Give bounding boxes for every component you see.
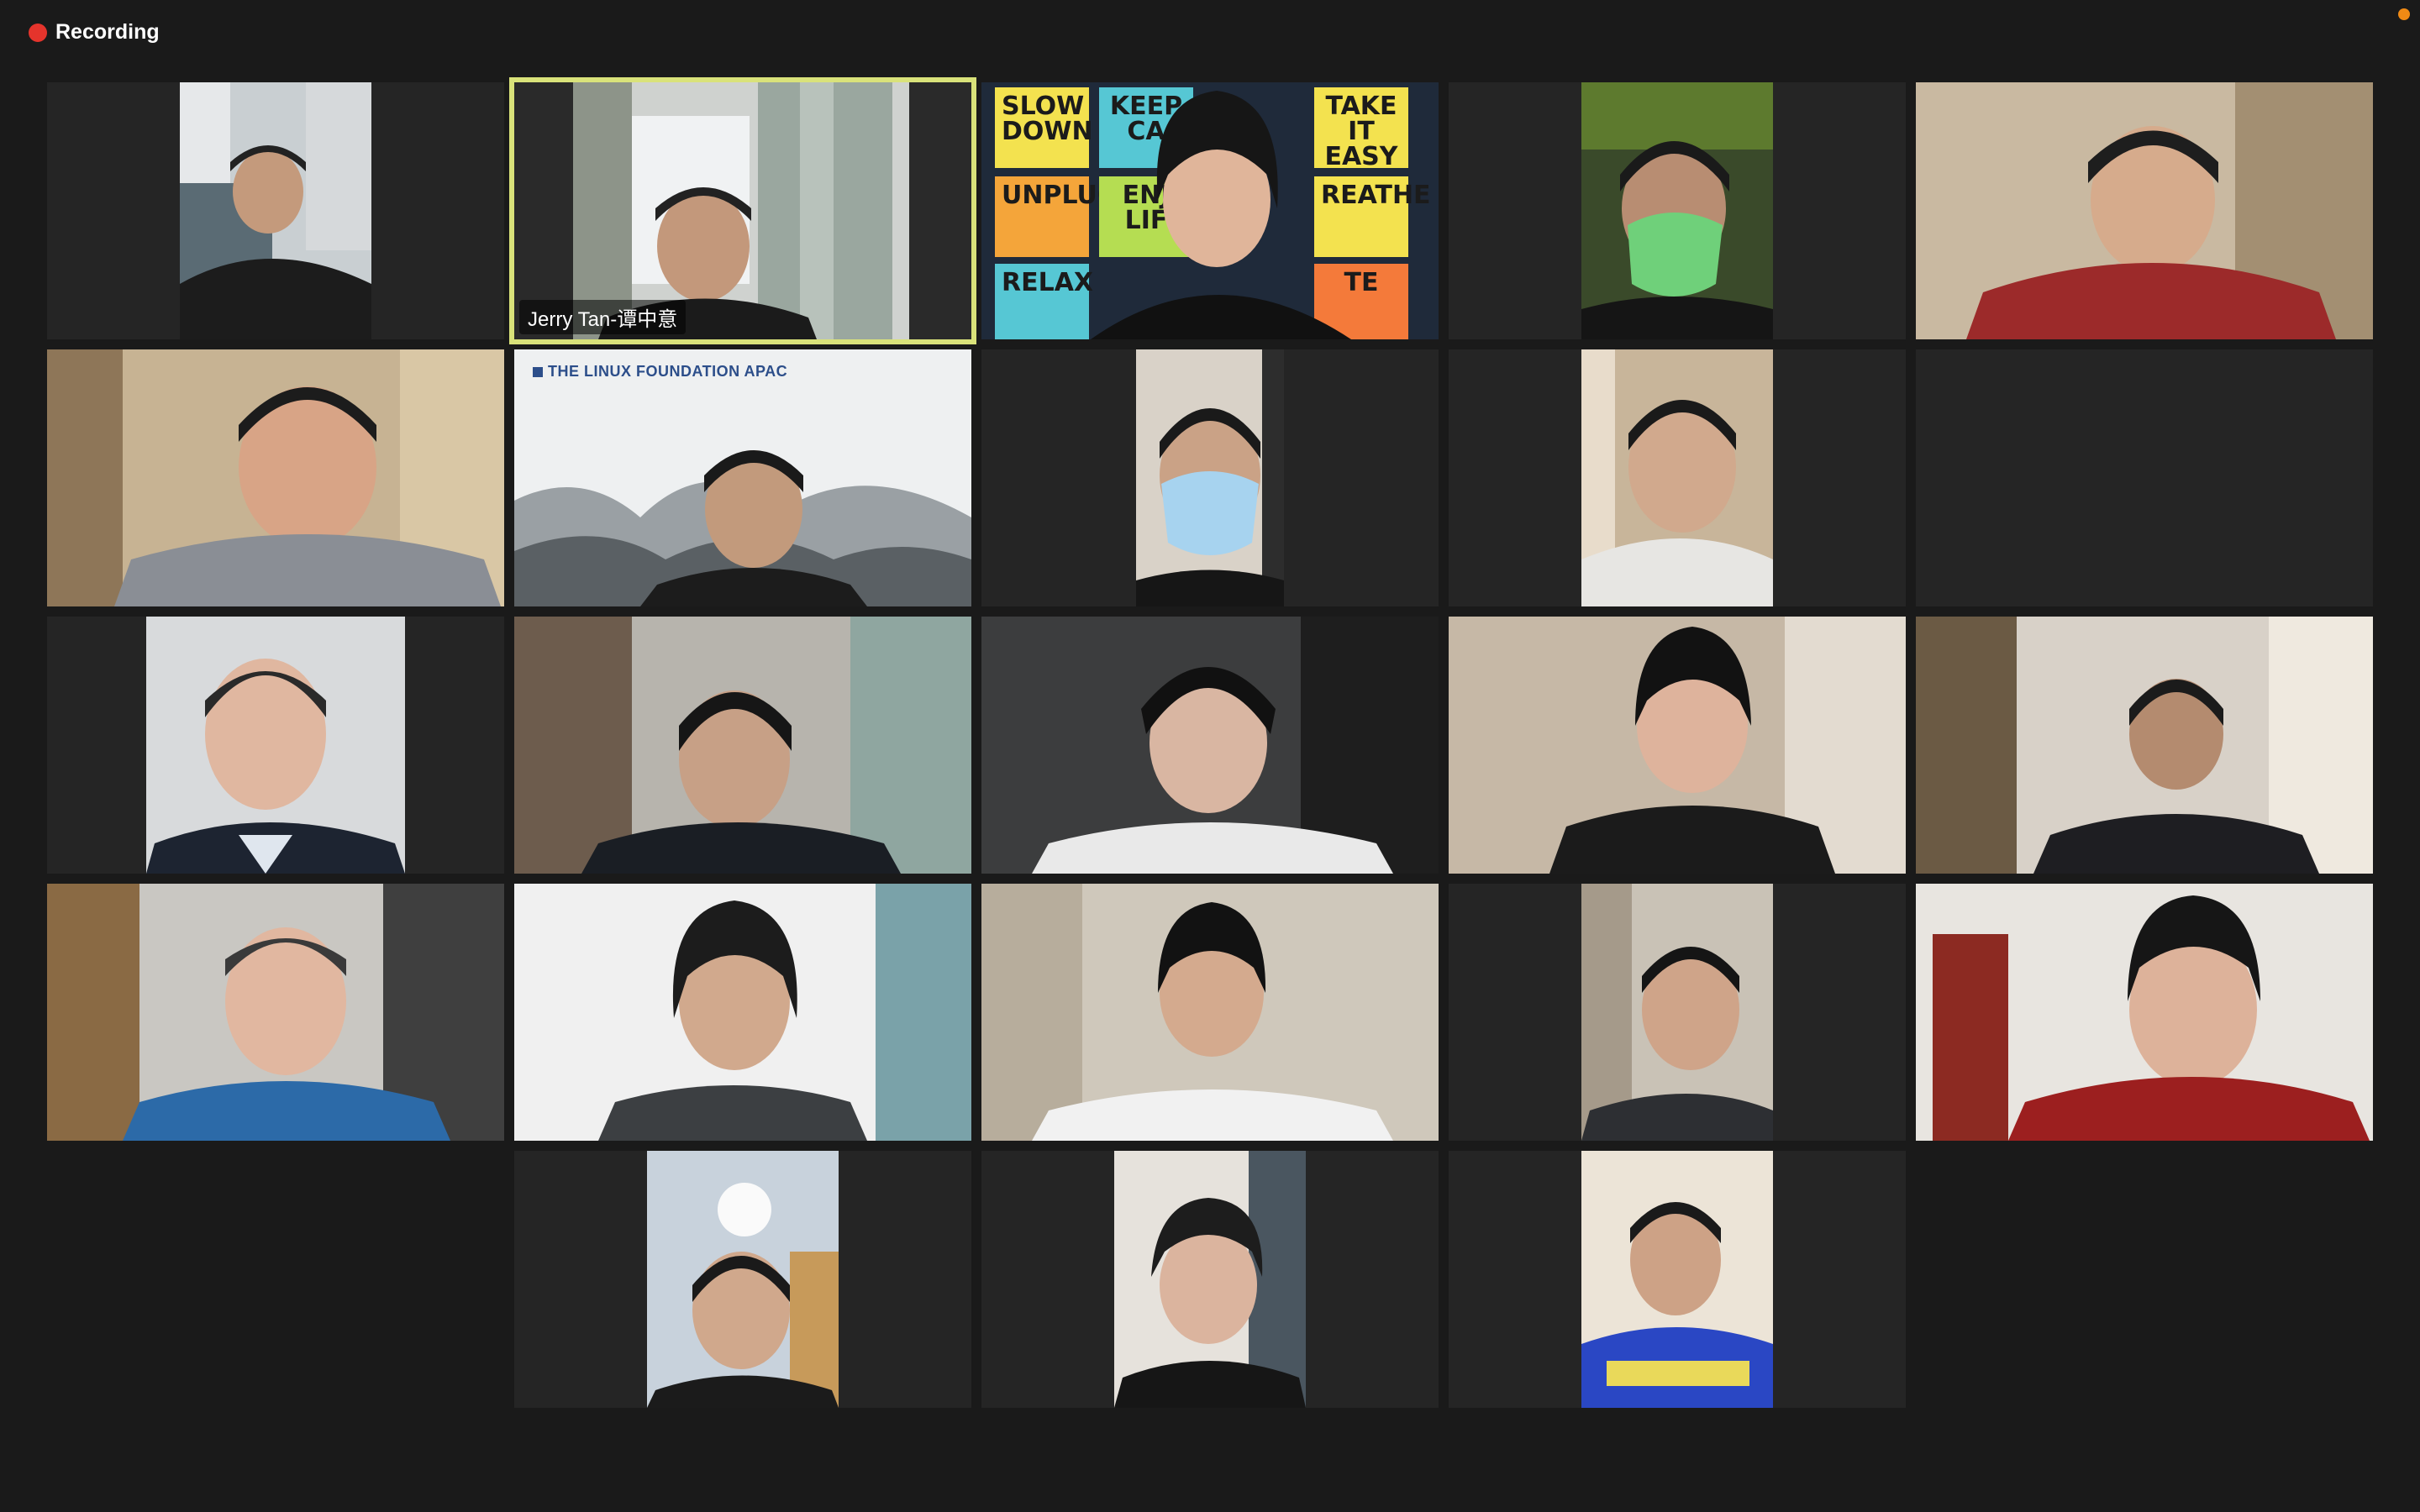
participant-video: THE LINUX FOUNDATION APAC xyxy=(514,349,971,606)
participant-tile[interactable] xyxy=(981,349,1439,606)
participant-tile[interactable] xyxy=(1916,617,2373,874)
participant-video xyxy=(180,82,371,339)
participant-tile[interactable] xyxy=(1449,349,1906,606)
participant-tile[interactable] xyxy=(981,1151,1439,1408)
participant-video xyxy=(1581,1151,1773,1408)
participant-video xyxy=(1114,1151,1306,1408)
participant-tile-empty[interactable] xyxy=(1916,349,2373,606)
participant-video xyxy=(47,349,504,606)
participant-tile[interactable] xyxy=(514,884,971,1141)
participant-video xyxy=(981,617,1439,874)
participant-video xyxy=(1581,82,1773,339)
participant-tile[interactable] xyxy=(47,617,504,874)
participant-video xyxy=(514,617,971,874)
participant-tile[interactable] xyxy=(1916,82,2373,339)
participant-tile[interactable] xyxy=(1916,884,2373,1141)
participant-video xyxy=(146,617,405,874)
participant-tile[interactable]: THE LINUX FOUNDATION APAC xyxy=(514,349,971,606)
participant-video: SLOW DOWN KEEP CA TAKE IT EASY UNPLUG EN… xyxy=(981,82,1439,339)
participant-video xyxy=(1581,884,1773,1141)
participant-tile[interactable] xyxy=(47,82,504,339)
participant-tile[interactable] xyxy=(1449,82,1906,339)
participant-tile[interactable] xyxy=(514,1151,971,1408)
participant-tile[interactable]: SLOW DOWN KEEP CA TAKE IT EASY UNPLUG EN… xyxy=(981,82,1439,339)
participant-video xyxy=(47,884,504,1141)
participant-video xyxy=(1581,349,1773,606)
participant-video xyxy=(647,1151,839,1408)
participant-video xyxy=(1916,617,2373,874)
gallery-grid: Jerry Tan-谭中意 SLOW DOWN KEEP CA TAKE IT … xyxy=(0,0,2420,1512)
linux-foundation-logo: THE LINUX FOUNDATION APAC xyxy=(533,363,787,381)
participant-tile[interactable] xyxy=(1449,617,1906,874)
participant-video xyxy=(1136,349,1284,606)
participant-tile[interactable] xyxy=(1449,1151,1906,1408)
participant-video xyxy=(1916,82,2373,339)
participant-tile[interactable] xyxy=(1449,884,1906,1141)
participant-video xyxy=(1449,617,1906,874)
participant-name: Jerry Tan-谭中意 xyxy=(519,300,687,334)
participant-tile[interactable] xyxy=(981,884,1439,1141)
participant-video xyxy=(1916,884,2373,1141)
participant-tile[interactable] xyxy=(514,617,971,874)
participant-video xyxy=(981,884,1439,1141)
participant-tile[interactable] xyxy=(981,617,1439,874)
participant-tile[interactable] xyxy=(47,349,504,606)
participant-tile-active-speaker[interactable]: Jerry Tan-谭中意 xyxy=(514,82,971,339)
participant-video xyxy=(514,884,971,1141)
participant-tile[interactable] xyxy=(47,884,504,1141)
